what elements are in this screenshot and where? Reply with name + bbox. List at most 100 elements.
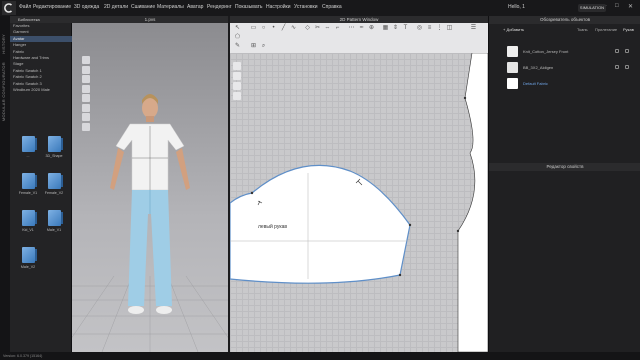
tool-2d-fold[interactable]: ⌐ [334, 25, 341, 32]
menu-edit[interactable]: Редактирование [33, 4, 71, 10]
folder-label: ... [26, 154, 30, 158]
tool-2d-polygon[interactable]: ⬠ [234, 34, 241, 41]
avatar-figure[interactable] [72, 86, 228, 336]
tab-fabric[interactable]: Ткань [577, 27, 588, 32]
simulation-toggle[interactable]: SIMULATION [578, 4, 606, 12]
library-item-windburn[interactable]: Windburn 2020 Male [10, 87, 72, 93]
folder-female-v2[interactable]: Female_V2 [42, 173, 66, 195]
tool-2d-side-1[interactable] [233, 62, 241, 70]
menu-materials[interactable]: Материалы [157, 4, 184, 10]
tool-2d-dart[interactable]: ◇ [304, 25, 311, 32]
folder-label: Kid_V1 [22, 228, 34, 232]
tool-2d-pen[interactable]: ✎ [234, 43, 241, 50]
tool-2d-point[interactable]: • [270, 25, 277, 32]
tool-2d-curve[interactable]: ∿ [290, 25, 297, 32]
tool-2d-options[interactable]: ☰ [470, 25, 477, 32]
pattern-canvas[interactable]: левый рукав [230, 53, 488, 352]
tool-2d-sew[interactable]: ⋯ [348, 25, 355, 32]
app-logo [2, 1, 16, 15]
folder-label: Male_V1 [46, 228, 62, 232]
menu-settings[interactable]: Настройки [266, 4, 291, 10]
tool-2d-seam[interactable]: ┅ [358, 25, 365, 32]
tool-2d-rectangle[interactable]: ▭ [250, 25, 257, 32]
fabric-name: Knit_Cotton_Jersey Front [523, 49, 569, 54]
library-folder-grid: ... 3D_Shape Female_V1 Female_V2 Kid_V1 … [10, 136, 72, 286]
folder-male-v2[interactable]: Male_V2 [16, 247, 40, 269]
tool-2d-arrange[interactable]: ⊞ [250, 43, 257, 50]
tool-2d-grade[interactable]: ◫ [446, 25, 453, 32]
library-list: Favorites Garment Avatar Hanger Fabric H… [10, 23, 72, 93]
side-tab-history[interactable]: HISTORY [1, 34, 6, 54]
object-browser-title: Обозреватель объектов [489, 16, 640, 24]
folder-male-v1[interactable]: Male_V1 [42, 210, 66, 232]
tab-sleeve[interactable]: Рукав [623, 27, 634, 32]
tool-2d-cut[interactable]: ✂ [314, 25, 321, 32]
tool-2d-transform[interactable]: ↖ [234, 25, 241, 32]
folder-icon [21, 247, 37, 263]
add-fabric-button[interactable]: + Добавить [503, 27, 524, 32]
menu-help[interactable]: Справка [322, 4, 342, 10]
library-title: Библиотека [10, 16, 72, 23]
menu-2d-pattern[interactable]: 2D детали [104, 4, 128, 10]
status-bar: Version: 6.0.379 (15164) [0, 352, 640, 360]
folder-icon [21, 173, 37, 189]
menu-preferences[interactable]: Установки [294, 4, 318, 10]
folder-up[interactable]: ... [16, 136, 40, 158]
fabric-visibility-icon[interactable] [615, 65, 619, 69]
menu-3d-garment[interactable]: 3D одежда [74, 4, 99, 10]
menu-sewing[interactable]: Сшивание [131, 4, 155, 10]
fabric-item[interactable]: Default Fabric [505, 78, 635, 91]
library-panel: Библиотека Favorites Garment Avatar Hang… [10, 16, 72, 352]
fabric-item[interactable]: Knit_Cotton_Jersey Front [505, 46, 635, 59]
folder-female-v1[interactable]: Female_V1 [16, 173, 40, 195]
tool-2d-button[interactable]: ◎ [416, 25, 423, 32]
fabric-settings-icon[interactable] [625, 49, 629, 53]
window-3d[interactable]: 1.pvs [72, 16, 228, 352]
side-tab-modular-configurator[interactable]: MODULAR CONFIGURATOR [1, 62, 6, 121]
tool-2d-side-2[interactable] [233, 72, 241, 80]
object-browser-panel: Обозреватель объектов + Добавить Ткань П… [488, 16, 640, 352]
user-greeting[interactable]: Hello, 1 [508, 4, 525, 10]
fabric-item[interactable]: BB_3X2_Aldigen [505, 62, 635, 75]
tool-2d-zoom[interactable]: ⌕ [260, 43, 267, 50]
fabric-name: Default Fabric [523, 81, 548, 86]
fabric-swatch [507, 78, 518, 89]
fabric-swatch [507, 62, 518, 73]
tool-3d-fold[interactable] [82, 75, 90, 83]
close-icon[interactable]: ✕ [628, 3, 633, 10]
tool-2d-segment[interactable]: ╱ [280, 25, 287, 32]
menu-avatar[interactable]: Аватар [187, 4, 203, 10]
folder-kid-v1[interactable]: Kid_V1 [16, 210, 40, 232]
tool-3d-move[interactable] [82, 65, 90, 74]
maximize-icon[interactable]: □ [615, 3, 619, 9]
menu-render[interactable]: Рендеринг [207, 4, 232, 10]
sleeve-piece[interactable] [230, 164, 411, 284]
tool-2d-mirror[interactable]: ⇔ [324, 25, 331, 32]
tab-fit[interactable]: Прилегание [595, 27, 617, 32]
folder-icon [47, 210, 63, 226]
tool-2d-zipper[interactable]: ≡ [426, 25, 433, 32]
window-2d-title: 2D Pattern Window [230, 16, 488, 23]
tool-2d-side-3[interactable] [233, 82, 241, 90]
folder-icon [47, 136, 63, 152]
tool-2d-tack[interactable]: ⊕ [368, 25, 375, 32]
pattern-pieces [230, 53, 488, 352]
tool-2d-text[interactable]: T [402, 25, 409, 32]
tool-2d-grain[interactable]: ⇕ [392, 25, 399, 32]
menu-file[interactable]: Файл [19, 4, 31, 10]
add-fabric-label: Добавить [506, 27, 525, 32]
tool-2d-circle[interactable]: ○ [260, 25, 267, 32]
tool-2d-topstitch[interactable]: ⋮ [436, 25, 443, 32]
side-tab-strip: HISTORY MODULAR CONFIGURATOR [0, 16, 10, 352]
object-browser-tabs: + Добавить Ткань Прилегание Рукав [489, 26, 640, 34]
fabric-visibility-icon[interactable] [615, 49, 619, 53]
menu-display[interactable]: Показывать [235, 4, 262, 10]
tool-2d-side-4[interactable] [233, 92, 241, 100]
window-2d[interactable]: 2D Pattern Window ↖ ⬠ ✎ ▭ ○ • ╱ ∿ ◇ ✂ ⇔ … [230, 16, 488, 352]
tool-3d-select[interactable] [82, 56, 90, 64]
menu-bar: Файл Редактирование 3D одежда 2D детали … [0, 0, 640, 16]
folder-3d-shape[interactable]: 3D_Shape [42, 136, 66, 158]
body-piece[interactable] [457, 53, 488, 352]
fabric-settings-icon[interactable] [625, 65, 629, 69]
tool-2d-texture[interactable]: ▦ [382, 25, 389, 32]
